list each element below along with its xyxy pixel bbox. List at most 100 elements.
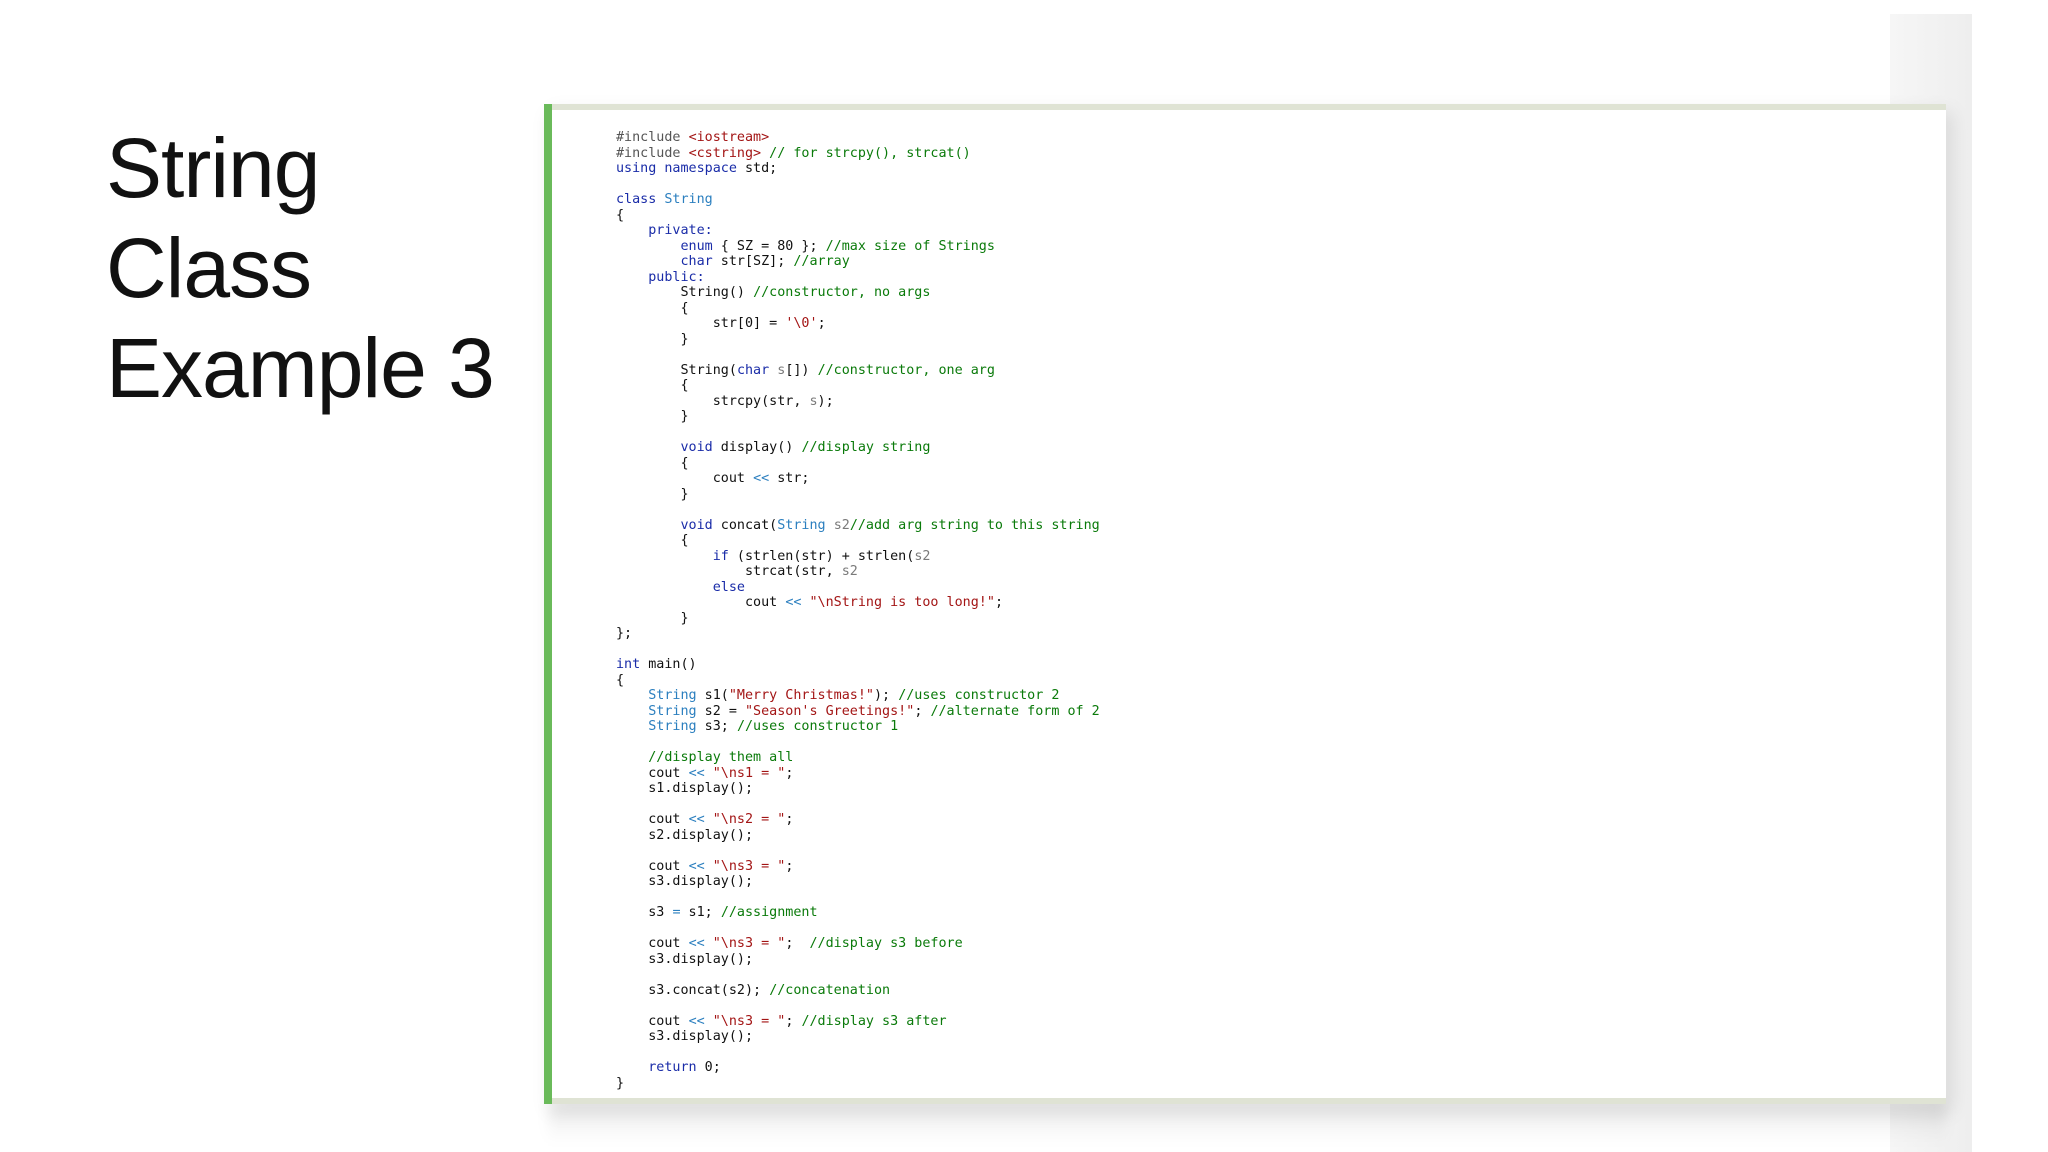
code-token: s3.display(); bbox=[616, 1029, 754, 1044]
code-token: cout bbox=[616, 595, 786, 610]
code-token: char bbox=[680, 254, 713, 269]
code-line: int main() bbox=[616, 657, 1100, 673]
code-token: ; bbox=[817, 316, 826, 331]
code-line: using namespace std; bbox=[616, 161, 1100, 177]
code-token: void bbox=[680, 517, 713, 533]
code-token: "Season's Greetings!" bbox=[745, 703, 915, 719]
code-token: class bbox=[616, 192, 665, 207]
code-token: s2 bbox=[841, 564, 858, 579]
code-token: s2 bbox=[914, 548, 931, 564]
code-token: concat( bbox=[712, 517, 778, 533]
code-token: s1; bbox=[680, 905, 721, 920]
code-token: << bbox=[688, 858, 705, 874]
code-token: String bbox=[777, 517, 826, 533]
code-token: cout bbox=[616, 1013, 689, 1029]
code-token: //concatenation bbox=[769, 982, 891, 998]
code-token: //assignment bbox=[720, 905, 818, 920]
code-line: public: bbox=[616, 270, 1100, 286]
code-token: { bbox=[616, 533, 689, 548]
code-token: 0; bbox=[696, 1060, 721, 1075]
code-token: main() bbox=[640, 657, 697, 672]
code-line: s2.display(); bbox=[616, 828, 1100, 844]
code-token: if bbox=[712, 548, 729, 564]
code-line: #include <cstring> // for strcpy(), strc… bbox=[616, 146, 1100, 162]
slide-title: String Class Example 3 bbox=[106, 118, 546, 418]
code-card: #include <iostream> #include <cstring> //… bbox=[544, 104, 1946, 1104]
code-line: } bbox=[616, 487, 1100, 503]
code-token: = bbox=[672, 905, 681, 920]
code-token: <iostream> bbox=[688, 130, 770, 145]
code-token: str; bbox=[769, 471, 810, 486]
code-token: //array bbox=[793, 254, 850, 269]
slide-title-line-3: Example 3 bbox=[106, 321, 495, 415]
code-token: << bbox=[688, 812, 705, 827]
code-line: { bbox=[616, 301, 1100, 317]
code-line: cout << "\ns3 = "; //display s3 after bbox=[616, 1014, 1100, 1030]
code-token: public: bbox=[648, 269, 705, 285]
code-token: } bbox=[616, 409, 689, 424]
code-token: ; bbox=[785, 858, 794, 874]
code-token: // for strcpy(), strcat() bbox=[761, 145, 971, 161]
slide-title-line-1: String bbox=[106, 121, 320, 215]
code-token: display() bbox=[712, 440, 802, 455]
code-token: "\ns3 = " bbox=[712, 858, 786, 874]
code-line: s1.display(); bbox=[616, 781, 1100, 797]
code-token: strcpy(str, bbox=[616, 393, 810, 409]
code-token: cout bbox=[616, 936, 689, 951]
code-line: s3.display(); bbox=[616, 874, 1100, 890]
code-token: int bbox=[616, 657, 641, 672]
code-token: { bbox=[616, 207, 625, 223]
code-token: s3.concat(s2); bbox=[616, 982, 770, 998]
code-token: #include bbox=[616, 145, 689, 161]
code-token: String bbox=[648, 688, 697, 703]
code-token: //constructor, one arg bbox=[817, 362, 995, 378]
code-line: cout << "\ns3 = "; //display s3 before bbox=[616, 936, 1100, 952]
code-token: ; bbox=[785, 936, 810, 951]
code-line: cout << "\nString is too long!"; bbox=[616, 595, 1100, 611]
code-line: String() //constructor, no args bbox=[616, 285, 1100, 301]
code-line: strcpy(str, s); bbox=[616, 394, 1100, 410]
code-line: { bbox=[616, 673, 1100, 689]
code-line: void concat(String s2//add arg string to… bbox=[616, 518, 1100, 534]
code-token: //uses constructor 1 bbox=[736, 719, 899, 734]
code-token: using namespace bbox=[616, 161, 745, 176]
code-token: s3 bbox=[616, 905, 673, 920]
code-token: { bbox=[616, 300, 689, 316]
code-token: <cstring> bbox=[688, 145, 762, 161]
code-token: //max size of Strings bbox=[825, 238, 995, 254]
code-token: s3; bbox=[696, 719, 737, 734]
code-line: { bbox=[616, 378, 1100, 394]
code-line: s3.display(); bbox=[616, 1029, 1100, 1045]
code-token: << bbox=[785, 595, 802, 610]
code-line: void display() //display string bbox=[616, 440, 1100, 456]
code-line: cout << "\ns1 = "; bbox=[616, 766, 1100, 782]
slide-title-line-2: Class bbox=[106, 221, 312, 315]
code-token: }; bbox=[616, 626, 633, 641]
code-line: cout << str; bbox=[616, 471, 1100, 487]
code-token: String() bbox=[616, 285, 754, 300]
code-line: s3.display(); bbox=[616, 952, 1100, 968]
code-token: str[SZ]; bbox=[712, 254, 794, 269]
code-line: str[0] = '\0'; bbox=[616, 316, 1100, 332]
code-token: ; bbox=[914, 703, 931, 719]
code-line: String(char s[]) //constructor, one arg bbox=[616, 363, 1100, 379]
code-line: s3 = s1; //assignment bbox=[616, 905, 1100, 921]
code-token: { bbox=[616, 378, 689, 393]
code-token: s1.display(); bbox=[616, 781, 754, 796]
code-token: "\ns2 = " bbox=[712, 812, 786, 827]
code-line: private: bbox=[616, 223, 1100, 239]
